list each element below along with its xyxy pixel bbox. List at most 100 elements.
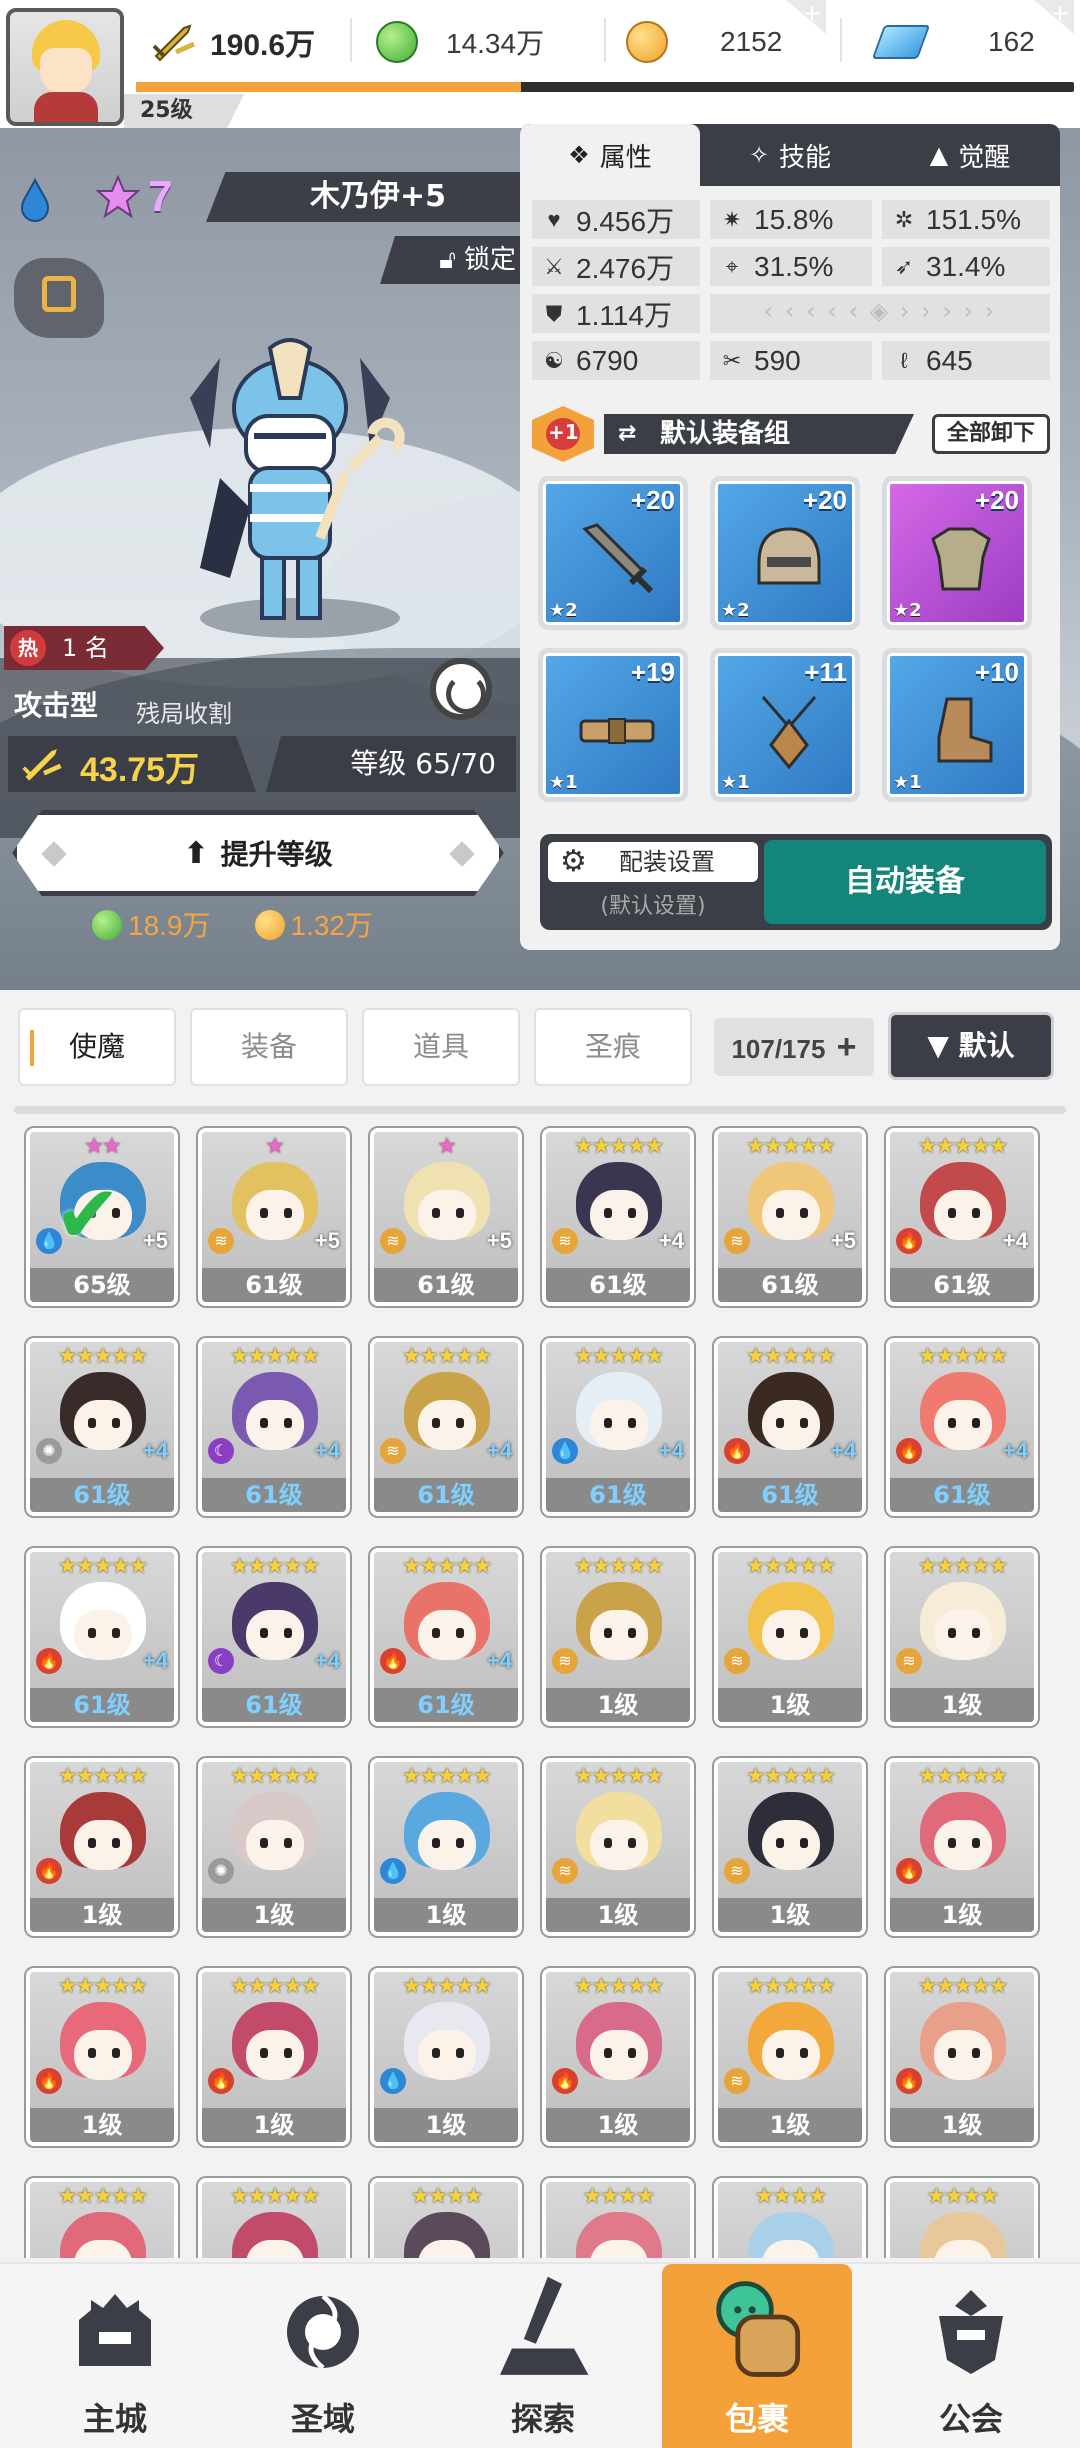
equip-slot-helmet[interactable]: +20 ★2	[710, 476, 860, 630]
capacity-counter[interactable]: 107/175 +	[714, 1018, 874, 1076]
equip-slot-necklace[interactable]: +11 ★1	[710, 648, 860, 802]
upgrade-level-button[interactable]: ⬆ 提升等级	[12, 810, 504, 896]
familiar-card[interactable]: ★★★★★ 🔥 +4 61级	[886, 1338, 1038, 1516]
familiar-level: 1级	[202, 2108, 346, 2142]
set-bonus-value: +1	[548, 420, 579, 444]
equip-stars: ★1	[549, 772, 578, 793]
top-bar: 190.6万 14.34万 2152 + 162 + 25级	[0, 0, 1080, 128]
upgrade-label: 提升等级	[220, 838, 333, 871]
pink-star-icon	[96, 175, 140, 219]
familiar-card[interactable]: ★★★★★ ≋ 1级	[714, 1758, 866, 1936]
player-avatar[interactable]	[6, 8, 124, 126]
familiar-card[interactable]: ★★★★★ ≋ +4 61级	[542, 1128, 694, 1306]
unequip-all-button[interactable]: 全部卸下	[932, 414, 1050, 454]
familiar-card[interactable]: ★★★★★ 💧 1级	[370, 1758, 522, 1936]
familiar-card[interactable]: ★★★★★ ≋ +4 61级	[370, 1338, 522, 1516]
exp-bar-fill	[136, 82, 521, 92]
tab-awaken[interactable]: ▲ 觉醒	[880, 124, 1060, 186]
familiar-stars: ★★★★★	[57, 1554, 149, 1579]
nav-main-city[interactable]: 主城	[20, 2264, 210, 2448]
familiar-card[interactable]: ★★★★★ 🔥 +4 61级	[886, 1128, 1038, 1306]
nav-backpack[interactable]: 包裹	[662, 2264, 852, 2448]
familiar-card[interactable]: ★★★★★ ✺ 1级	[198, 1758, 350, 1936]
familiar-card[interactable]: ★★★★★ 🔥 +4 61级	[26, 1548, 178, 1726]
tab-items[interactable]: 道具	[362, 1008, 520, 1086]
tab-attributes[interactable]: ❖ 属性	[520, 124, 700, 186]
locked-stat-bar	[710, 294, 1050, 333]
familiar-stars: ★★★★★	[229, 1974, 321, 1999]
auto-equip-button[interactable]: 自动装备	[764, 840, 1046, 924]
stat-value: 15.8%	[754, 203, 834, 235]
familiar-card[interactable]: ★★★★★	[198, 2178, 350, 2258]
familiar-card[interactable]: ★★★★★ ✺ +4 61级	[26, 1338, 178, 1516]
familiar-card[interactable]: ★★★★★ ≋ +5 61级	[714, 1128, 866, 1306]
familiar-card[interactable]: ★★★★	[542, 2178, 694, 2258]
familiar-card[interactable]: ★★★★★ ≋ 1级	[542, 1758, 694, 1936]
set-bonus-badge[interactable]: +1	[532, 406, 594, 462]
tab-familiars[interactable]: 使魔	[18, 1008, 176, 1086]
familiar-stars: ★★★★★	[229, 2184, 321, 2209]
familiar-stars: ★★★★★	[917, 1134, 1009, 1159]
nav-label: 圣域	[290, 2400, 355, 2438]
nav-guild[interactable]: 公会	[876, 2264, 1066, 2448]
familiar-card[interactable]: ★★ 💧 +5 ✔ 65级	[26, 1128, 178, 1306]
familiar-stars: ★★★★★	[917, 1764, 1009, 1789]
familiar-card[interactable]: ★★★★★ 🔥 1级	[26, 1758, 178, 1936]
loadout-settings-button[interactable]: ⚙ 配装设置	[548, 842, 758, 882]
loadout-settings-label: 配装设置	[619, 848, 715, 876]
equip-slot-weapon[interactable]: +20 ★2	[538, 476, 688, 630]
familiar-stars: ★★★★	[410, 2184, 484, 2209]
familiar-card[interactable]: ★★★★★ 🔥 1级	[542, 1968, 694, 2146]
equip-slot-belt[interactable]: +19 ★1	[538, 648, 688, 802]
familiar-card[interactable]: ★★★★	[370, 2178, 522, 2258]
tab-skills[interactable]: ✧ 技能	[700, 124, 880, 186]
nav-explore[interactable]: 探索	[448, 2264, 638, 2448]
power-display: 190.6万	[150, 10, 315, 74]
familiar-stars: ★	[265, 1134, 285, 1159]
equip-slot-boots[interactable]: +10 ★1	[882, 648, 1032, 802]
familiar-card[interactable]: ★★★★★	[26, 2178, 178, 2258]
familiar-card[interactable]: ★★★★★ ≋ 1级	[714, 1548, 866, 1726]
familiar-card[interactable]: ★★★★★ 🔥 +4 61级	[370, 1548, 522, 1726]
familiar-card[interactable]: ★★★★	[886, 2178, 1038, 2258]
add-gem-button[interactable]: +	[1034, 0, 1074, 34]
familiar-stars: ★★★★★	[745, 1974, 837, 1999]
crit-damage-icon: ✲	[894, 206, 914, 232]
familiar-card[interactable]: ★★★★★ 🔥 1级	[198, 1968, 350, 2146]
tab-equipment[interactable]: 装备	[190, 1008, 348, 1086]
popularity-rank-badge[interactable]: 热 1 名	[4, 626, 164, 670]
familiar-card[interactable]: ★★★★	[714, 2178, 866, 2258]
familiar-card[interactable]: ★★★★★ ☾ +4 61级	[198, 1548, 350, 1726]
familiar-card[interactable]: ★★★★★ 💧 +4 61级	[542, 1338, 694, 1516]
familiar-card[interactable]: ★★★★★ ☾ +4 61级	[198, 1338, 350, 1516]
familiar-card[interactable]: ★★★★★ ≋ 1级	[714, 1968, 866, 2146]
familiar-stars: ★★★★★	[57, 1344, 149, 1369]
rotate-view-button[interactable]	[430, 658, 492, 720]
familiar-card[interactable]: ★★★★★ 🔥 1级	[886, 1758, 1038, 1936]
tab-stigmata[interactable]: 圣痕	[534, 1008, 692, 1086]
familiar-grid: ★★ 💧 +5 ✔ 65级 ★ ≋ +5 61级 ★ ≋ +5 61级 ★★★★★ ≋ +4 61级 ★★★★★ ≋…	[26, 1128, 1038, 2258]
equip-slot-armor[interactable]: +20 ★2	[882, 476, 1032, 630]
wind-element-icon: ≋	[380, 1438, 406, 1464]
familiar-card[interactable]: ★ ≋ +5 61级	[198, 1128, 350, 1306]
familiar-card[interactable]: ★★★★★ ≋ 1级	[886, 1548, 1038, 1726]
loadout-settings-sub: (默认设置)	[600, 894, 706, 919]
nav-sanctuary[interactable]: 圣域	[228, 2264, 418, 2448]
equip-level: +20	[802, 485, 847, 515]
skin-locked-icon[interactable]	[14, 258, 104, 338]
familiar-plus-level: +5	[314, 1228, 340, 1253]
familiar-card[interactable]: ★★★★★ ≋ 1级	[542, 1548, 694, 1726]
familiar-card[interactable]: ★★★★★ 💧 1级	[370, 1968, 522, 2146]
familiar-card[interactable]: ★★★★★ 🔥 1级	[26, 1968, 178, 2146]
familiar-card[interactable]: ★★★★★ 🔥 1级	[886, 1968, 1038, 2146]
wind-element-icon: ≋	[552, 1228, 578, 1254]
equipment-set-selector[interactable]: ⇄ 默认装备组	[604, 414, 914, 454]
fire-element-icon: 🔥	[896, 1438, 922, 1464]
add-gold-button[interactable]: +	[786, 0, 826, 34]
familiar-plus-level: +4	[1002, 1228, 1028, 1253]
familiar-card[interactable]: ★★★★★ 🔥 +4 61级	[714, 1338, 866, 1516]
sort-dropdown[interactable]: ▼ 默认	[888, 1012, 1054, 1080]
familiar-stars: ★★★★★	[229, 1344, 321, 1369]
lock-button[interactable]: 🔓︎ 锁定	[380, 236, 530, 284]
familiar-card[interactable]: ★ ≋ +5 61级	[370, 1128, 522, 1306]
